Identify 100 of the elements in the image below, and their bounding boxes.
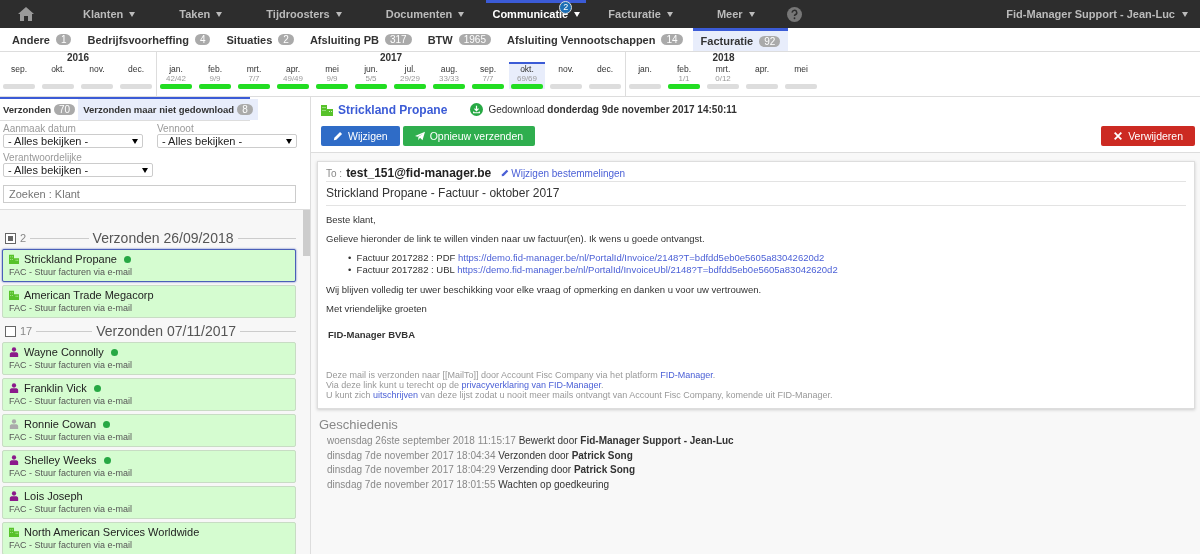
email-text: Met vriendelijke groeten bbox=[326, 303, 428, 314]
footer-text: Deze mail is verzonden naar [[MailTo]] door Account Fisc Company via het platform FID-Manager. bbox=[326, 370, 717, 380]
footer-text: Via deze link kunt u terecht op de privacyverklaring van FID-Manager. bbox=[326, 380, 605, 390]
group-title: Verzonden 26/09/2018 bbox=[92, 230, 234, 246]
footer-text: U kunt zich uitschrijven van deze lijst zodat u nooit meer mails ontvangt van Account Fisc Company, komende uit FID-Manager. bbox=[326, 390, 834, 400]
email-text: Gelieve hieronder de link te willen vinden naar uw factuur(en). Ik wens u goede ontvangst. bbox=[326, 233, 706, 244]
dropdown[interactable]: - Alles bekijken - bbox=[3, 134, 143, 148]
client-list-item[interactable]: American Trade Megacorp FAC - Stuur facturen via e-mail bbox=[2, 285, 296, 318]
email-signature: FID-Manager BVBA bbox=[327, 329, 417, 340]
filter-label: Vennoot bbox=[157, 123, 195, 134]
month-cell[interactable]: feb. 1/1 bbox=[666, 64, 702, 89]
download-status: Gedownload donderdag 9de november 2017 14:50:11 bbox=[488, 104, 737, 115]
month-cell[interactable]: mei 9/9 bbox=[314, 64, 350, 89]
caret-icon bbox=[216, 11, 223, 17]
category-tab[interactable]: Bedrijfsvoorheffing 4 bbox=[81, 28, 217, 51]
year-label: 2018 bbox=[711, 52, 736, 64]
email-text: Wij blijven volledig ter uwer beschikking voor elke vraag of opmerking en danken u voor uw vertrouwen. bbox=[326, 284, 763, 295]
filter-label: Aanmaak datum bbox=[3, 123, 77, 134]
month-cell[interactable]: sep. 7/7 bbox=[470, 64, 506, 89]
caret-icon bbox=[666, 11, 673, 17]
month-cell[interactable]: dec. bbox=[587, 64, 623, 89]
client-list-item[interactable]: Strickland Propane FAC - Stuur facturen via e-mail bbox=[2, 249, 296, 282]
close-icon bbox=[1113, 131, 1124, 141]
nav-menu-item[interactable]: Communicatie 2 bbox=[486, 0, 587, 28]
client-name[interactable]: Strickland Propane bbox=[338, 102, 448, 117]
category-tab[interactable]: Facturatie 92 bbox=[692, 28, 789, 51]
month-cell[interactable]: jan. bbox=[627, 64, 663, 89]
category-tab[interactable]: BTW 1965 bbox=[421, 28, 497, 51]
help-icon[interactable] bbox=[786, 6, 802, 22]
client-list-item[interactable]: Ronnie Cowan FAC - Stuur facturen via e-mail bbox=[2, 414, 296, 447]
building-icon bbox=[321, 103, 333, 116]
caret-icon bbox=[458, 11, 465, 17]
nav-menu-item[interactable]: Facturatie bbox=[586, 0, 695, 28]
month-cell[interactable]: sep. bbox=[1, 64, 37, 89]
scrollbar[interactable] bbox=[303, 210, 310, 256]
caret-icon bbox=[1182, 11, 1188, 17]
history-entry: dinsdag 7de november 2017 18:04:34 Verzonden door Patrick Song bbox=[327, 448, 634, 463]
filter-label: Verantwoordelijke bbox=[3, 152, 83, 163]
month-cell[interactable]: jul. 29/29 bbox=[392, 64, 428, 89]
nav-menu-item[interactable]: Meer bbox=[694, 0, 777, 28]
year-label: 2016 bbox=[65, 52, 91, 64]
nav-menu-item[interactable]: Tijdroosters bbox=[244, 0, 364, 28]
month-cell[interactable]: nov. bbox=[548, 64, 584, 89]
footer-link[interactable]: privacyverklaring van FID-Manager bbox=[461, 380, 601, 390]
category-tab[interactable]: Situaties 2 bbox=[220, 28, 300, 51]
month-cell[interactable]: jun. 5/5 bbox=[353, 64, 389, 89]
month-cell[interactable]: okt. 69/69 bbox=[509, 62, 545, 89]
dropdown[interactable]: - Alles bekijken - bbox=[157, 134, 297, 148]
filter-tab[interactable]: Verzonden maar niet gedownload 8 bbox=[78, 99, 258, 120]
invoice-link[interactable]: https://demo.fid-manager.be/nl/PortalId/Invoice/2148?T=bdfdd5eb0e5605a83042620d2 bbox=[458, 252, 825, 263]
month-cell[interactable]: dec. bbox=[118, 64, 154, 89]
month-cell[interactable]: mrt. 0/12 bbox=[705, 64, 741, 89]
group-count: 17 bbox=[20, 325, 33, 337]
dropdown[interactable]: - Alles bekijken - bbox=[3, 163, 153, 177]
nav-menu-item[interactable]: Taken bbox=[157, 0, 245, 28]
building-icon bbox=[9, 254, 19, 264]
home-icon[interactable] bbox=[18, 7, 34, 21]
month-cell[interactable]: aug. 33/33 bbox=[431, 64, 467, 89]
category-tab[interactable]: Afsluiting Vennootschappen 14 bbox=[500, 28, 689, 51]
nav-menu-item[interactable]: Klanten bbox=[61, 0, 158, 28]
month-cell[interactable]: feb. 9/9 bbox=[197, 64, 233, 89]
client-list-item[interactable]: Shelley Weeks FAC - Stuur facturen via e-mail bbox=[2, 450, 296, 483]
category-tab[interactable]: Andere 1 bbox=[6, 28, 78, 51]
filter-tab[interactable]: Verzonden 70 bbox=[0, 99, 79, 120]
building-icon bbox=[9, 290, 19, 300]
checkbox[interactable] bbox=[5, 232, 16, 244]
month-cell[interactable]: jan. 42/42 bbox=[158, 64, 194, 89]
to-label: To : bbox=[326, 168, 343, 179]
month-cell[interactable]: apr. 49/49 bbox=[275, 64, 311, 89]
recipient-address: test_151@fid-manager.be bbox=[346, 166, 492, 180]
action-button[interactable]: Verwijderen bbox=[1101, 126, 1195, 146]
pencil-icon bbox=[333, 131, 343, 141]
month-cell[interactable]: okt. bbox=[40, 64, 76, 89]
paper-plane-icon bbox=[414, 131, 425, 141]
month-cell[interactable]: apr. bbox=[744, 64, 780, 89]
action-button[interactable]: Wijzigen bbox=[321, 126, 400, 146]
client-list-item[interactable]: Franklin Vick FAC - Stuur facturen via e-mail bbox=[2, 378, 296, 411]
caret-icon bbox=[286, 138, 292, 144]
month-cell[interactable]: mrt. 7/7 bbox=[236, 64, 272, 89]
edit-recipients-link[interactable]: Wijzigen bestemmelingen bbox=[501, 167, 626, 179]
month-cell[interactable]: mei bbox=[783, 64, 819, 89]
month-cell[interactable]: nov. bbox=[79, 64, 115, 89]
email-text: Beste klant, bbox=[326, 214, 377, 225]
client-list-item[interactable]: Lois Joseph FAC - Stuur facturen via e-mail bbox=[2, 486, 296, 519]
nav-menu-item[interactable]: Documenten bbox=[363, 0, 487, 28]
search-field[interactable]: Zoeken : Klant bbox=[3, 185, 296, 203]
client-list-item[interactable]: Wayne Connolly FAC - Stuur facturen via e-mail bbox=[2, 342, 296, 375]
client-list-item[interactable]: North American Services Worldwide FAC - Stuur facturen via e-mail bbox=[2, 522, 296, 554]
invoice-link[interactable]: https://demo.fid-manager.be/nl/PortalId/InvoiceUbl/2148?T=bdfdd5eb0e5605a83042620d2 bbox=[457, 264, 838, 275]
history-entry: woensdag 26ste september 2018 11:15:17 Bewerkt door Fid-Manager Support - Jean-Luc bbox=[327, 434, 735, 448]
caret-icon bbox=[129, 11, 136, 17]
category-tab[interactable]: Afsluiting PB 317 bbox=[303, 28, 418, 51]
invoice-line: • Factuur 2017282 : PDF https://demo.fid-manager.be/nl/PortalId/Invoice/2148?T=bdfdd5eb0e5605a83042620d2 bbox=[348, 252, 826, 264]
footer-link[interactable]: FID-Manager bbox=[660, 370, 713, 380]
checkbox[interactable] bbox=[5, 325, 16, 337]
caret-icon bbox=[335, 11, 342, 17]
footer-link[interactable]: uitschrijven bbox=[373, 390, 419, 400]
history-entry: dinsdag 7de november 2017 18:01:55 Wachten op goedkeuring bbox=[327, 477, 611, 492]
year-label: 2017 bbox=[378, 52, 404, 64]
user-menu[interactable]: Fid-Manager Support - Jean-Luc bbox=[1006, 8, 1188, 20]
